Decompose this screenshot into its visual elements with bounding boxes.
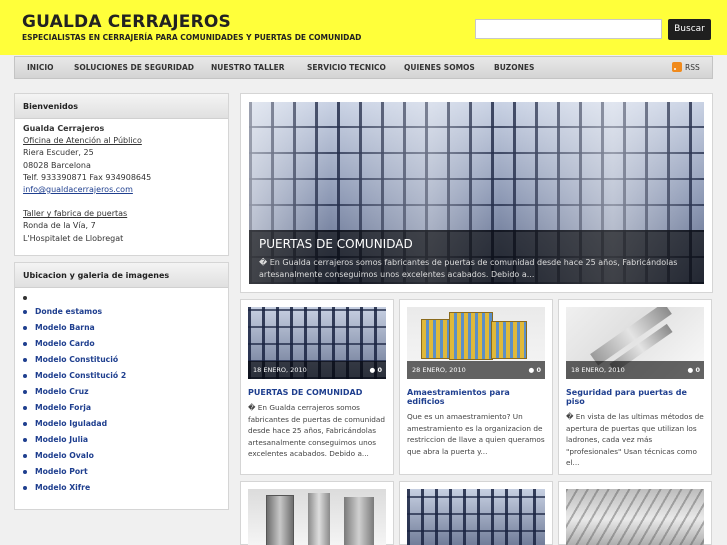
post-title[interactable]: Amaestramientos para edificios	[407, 388, 545, 406]
gallery-item[interactable]: Modelo Cardo	[23, 336, 228, 352]
featured-image[interactable]: PUERTAS DE COMUNIDAD � En Gualda cerraje…	[249, 102, 704, 284]
post-card	[399, 481, 553, 545]
comment-count[interactable]: ● 0	[688, 361, 700, 379]
email-link[interactable]: info@gualdacerrajeros.com	[23, 184, 220, 196]
workshop-street: Ronda de la Vía, 7	[23, 221, 96, 231]
building-illustration	[491, 321, 527, 359]
welcome-title: Bienvenidos	[15, 94, 228, 119]
post-title[interactable]: PUERTAS DE COMUNIDAD	[248, 388, 386, 397]
featured-slider: PUERTAS DE COMUNIDAD � En Gualda cerraje…	[240, 93, 713, 293]
post-date-bar: 18 ENERO, 2010 ● 0	[248, 361, 386, 379]
post-thumbnail[interactable]: 18 ENERO, 2010 ● 0	[566, 307, 704, 379]
site-title[interactable]: GUALDA CERRAJEROS	[22, 12, 231, 32]
gallery-item[interactable]: Modelo Forja	[23, 400, 228, 416]
comment-count[interactable]: ● 0	[529, 361, 541, 379]
featured-excerpt: � En Gualda cerrajeros somos fabricantes…	[259, 258, 678, 279]
post-date: 28 ENERO, 2010	[412, 366, 466, 374]
lock-mechanism-illustration	[266, 495, 294, 545]
post-excerpt: Que es un amaestramiento? Un amestramien…	[407, 412, 545, 456]
gallery-title: Ubicacion y galeria de imagenes	[15, 263, 228, 288]
post-card: 18 ENERO, 2010 ● 0 PUERTAS DE COMUNIDAD …	[240, 299, 394, 475]
gallery-item[interactable]: Modelo Iguladad	[23, 416, 228, 432]
gallery-item[interactable]: Modelo Constitució 2	[23, 368, 228, 384]
post-thumbnail[interactable]	[407, 489, 545, 545]
post-date-bar: 28 ENERO, 2010 ● 0	[407, 361, 545, 379]
post-thumbnail[interactable]	[566, 489, 704, 545]
office-phones: Telf. 933390871 Fax 934908645	[23, 172, 152, 182]
welcome-widget: Bienvenidos Gualda Cerrajeros Oficina de…	[14, 93, 229, 256]
post-card	[240, 481, 394, 545]
post-title[interactable]: Seguridad para puertas de piso	[566, 388, 704, 406]
workshop-city: L'Hospitalet de Llobregat	[23, 233, 124, 243]
rss-label: RSS	[685, 63, 700, 72]
list-bullet	[23, 296, 27, 300]
comment-count[interactable]: ● 0	[370, 361, 382, 379]
post-thumbnail[interactable]	[248, 489, 386, 545]
gallery-widget: Ubicacion y galeria de imagenes Donde es…	[14, 262, 229, 510]
gallery-item[interactable]: Modelo Julia	[23, 432, 228, 448]
search-button[interactable]: Buscar	[668, 19, 711, 40]
lock-mechanism-illustration	[308, 493, 330, 545]
company-name: Gualda Cerrajeros	[23, 124, 105, 133]
nav-item-buzones[interactable]: BUZONES	[494, 57, 534, 78]
featured-title[interactable]: PUERTAS DE COMUNIDAD	[259, 236, 694, 252]
post-excerpt: � En vista de las ultimas métodos de ape…	[566, 412, 704, 467]
building-illustration	[449, 312, 493, 360]
post-thumbnail[interactable]: 28 ENERO, 2010 ● 0	[407, 307, 545, 379]
post-date: 18 ENERO, 2010	[571, 366, 625, 374]
nav-item-soluciones[interactable]: SOLUCIONES DE SEGURIDAD	[74, 57, 194, 78]
gallery-item[interactable]: Modelo Xifre	[23, 480, 228, 496]
post-excerpt: � En Gualda cerrajeros somos fabricantes…	[248, 403, 385, 458]
post-card	[558, 481, 712, 545]
gallery-item[interactable]: Modelo Barna	[23, 320, 228, 336]
rss-feed-icon	[672, 62, 682, 72]
post-date: 18 ENERO, 2010	[253, 366, 307, 374]
nav-item-taller[interactable]: NUESTRO TALLER	[211, 57, 285, 78]
gallery-item[interactable]: Modelo Ovalo	[23, 448, 228, 464]
gallery-list: Donde estamos Modelo Barna Modelo Cardo …	[15, 304, 228, 496]
gallery-item[interactable]: Modelo Cruz	[23, 384, 228, 400]
office-city: 08028 Barcelona	[23, 160, 91, 170]
lock-mechanism-illustration	[344, 497, 374, 545]
post-date-bar: 18 ENERO, 2010 ● 0	[566, 361, 704, 379]
gallery-item[interactable]: Modelo Constitució	[23, 352, 228, 368]
nav-item-servicio[interactable]: SERVICIO TECNICO	[307, 57, 386, 78]
site-header: GUALDA CERRAJEROS ESPECIALISTAS EN CERRA…	[0, 0, 727, 55]
gallery-item[interactable]: Donde estamos	[23, 304, 228, 320]
main-nav: INICIO SOLUCIONES DE SEGURIDAD NUESTRO T…	[14, 56, 713, 79]
nav-item-inicio[interactable]: INICIO	[27, 57, 54, 78]
featured-caption: PUERTAS DE COMUNIDAD � En Gualda cerraje…	[249, 230, 704, 284]
nav-item-quienes[interactable]: QUIENES SOMOS	[404, 57, 475, 78]
post-thumbnail[interactable]: 18 ENERO, 2010 ● 0	[248, 307, 386, 379]
search-input[interactable]	[475, 19, 662, 39]
gallery-item[interactable]: Modelo Port	[23, 464, 228, 480]
building-illustration	[421, 319, 451, 359]
workshop-label: Taller y fabrica de puertas	[23, 209, 128, 219]
post-card: 28 ENERO, 2010 ● 0 Amaestramientos para …	[399, 299, 553, 475]
contact-info: Gualda Cerrajeros Oficina de Atención al…	[15, 119, 228, 249]
post-card: 18 ENERO, 2010 ● 0 Seguridad para puerta…	[558, 299, 712, 475]
office-street: Riera Escuder, 25	[23, 148, 94, 158]
site-tagline: ESPECIALISTAS EN CERRAJERÍA PARA COMUNID…	[22, 33, 362, 42]
office-label: Oficina de Atención al Público	[23, 136, 142, 146]
rss-link[interactable]: RSS	[672, 62, 700, 72]
